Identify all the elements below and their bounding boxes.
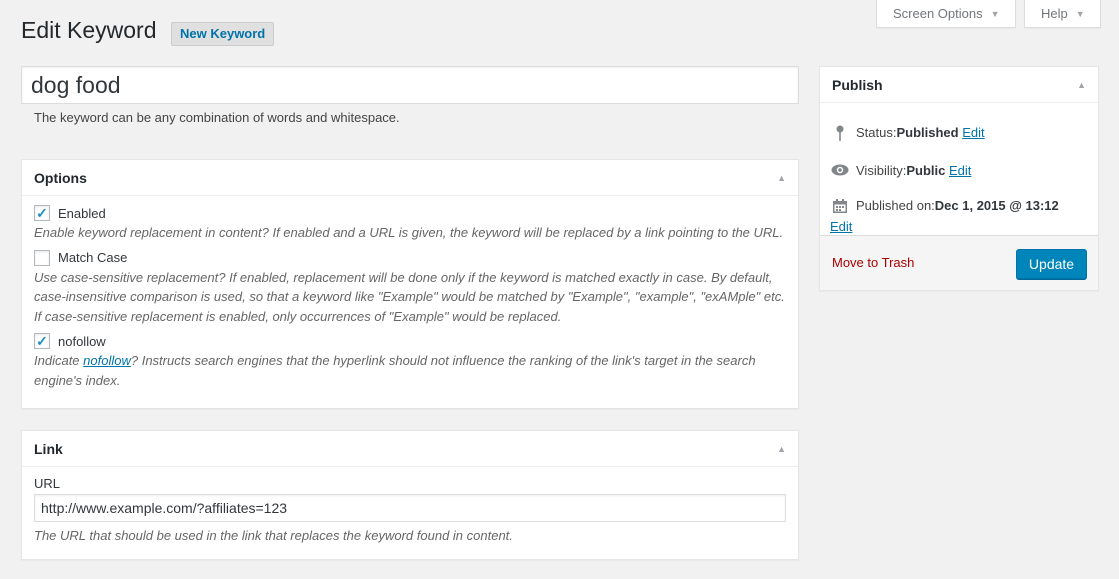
triangle-up-icon[interactable]: ▲ [777, 444, 786, 454]
url-label: URL [34, 476, 61, 491]
link-header[interactable]: Link ▲ [22, 431, 798, 467]
status-label: Status: [856, 125, 897, 140]
calendar-icon [830, 198, 850, 217]
triangle-up-icon[interactable]: ▲ [777, 173, 786, 183]
publish-title: Publish [832, 76, 883, 93]
enabled-label: Enabled [58, 205, 106, 221]
eye-icon [830, 163, 850, 179]
edit-status-link[interactable]: Edit [962, 125, 984, 140]
status-value: Published [896, 125, 959, 140]
screen-options-button[interactable]: Screen Options ▼ [876, 0, 1016, 28]
link-title: Link [34, 440, 63, 457]
caret-down-icon: ▼ [990, 8, 1000, 19]
triangle-up-icon[interactable]: ▲ [1077, 80, 1086, 90]
move-to-trash-link[interactable]: Move to Trash [832, 255, 914, 270]
enabled-description: Enable keyword replacement in content? I… [34, 225, 784, 240]
page-title: Edit Keyword [21, 17, 157, 43]
update-button[interactable]: Update [1016, 249, 1087, 279]
edit-date-link[interactable]: Edit [830, 219, 852, 234]
visibility-value: Public [906, 163, 946, 178]
nofollow-desc-after: ? Instructs search engines that the hype… [34, 353, 756, 388]
options-header[interactable]: Options ▲ [22, 160, 798, 196]
nofollow-label: nofollow [58, 333, 106, 349]
publishing-actions: Move to Trash Update [820, 235, 1098, 290]
match-case-label: Match Case [58, 250, 128, 265]
enabled-checkbox[interactable]: ✓ [34, 205, 50, 221]
nofollow-link[interactable]: nofollow [83, 353, 131, 368]
url-input[interactable] [34, 494, 786, 522]
url-description: The URL that should be used in the link … [34, 528, 513, 543]
visibility-row: Visibility: Public Edit [830, 163, 1086, 179]
nofollow-description: Indicate nofollow? Instructs search engi… [34, 351, 786, 390]
pin-icon [830, 125, 850, 144]
help-button[interactable]: Help ▼ [1024, 0, 1101, 28]
keyword-title-input[interactable] [21, 66, 799, 104]
status-row: Status: Published Edit [830, 125, 1086, 144]
publish-postbox: Publish ▲ Status: Published Edit Visibil… [819, 66, 1099, 291]
nofollow-checkbox[interactable]: ✓ [34, 333, 50, 349]
match-case-description: Use case-sensitive replacement? If enabl… [34, 269, 785, 324]
nofollow-desc-before: Indicate [34, 353, 84, 368]
match-case-option: Match Case [34, 248, 786, 268]
keyword-hint: The keyword can be any combination of wo… [34, 110, 400, 125]
new-keyword-button[interactable]: New Keyword [171, 22, 275, 46]
edit-visibility-link[interactable]: Edit [949, 163, 971, 178]
published-on-row: Published on: Dec 1, 2015 @ 13:12 [830, 198, 1086, 217]
enabled-option: ✓ Enabled [34, 203, 786, 223]
options-title: Options [34, 169, 87, 186]
screen-options-label: Screen Options [893, 6, 983, 21]
published-on-label: Published on: [856, 198, 935, 213]
nofollow-option: ✓ nofollow [34, 331, 786, 351]
publish-header[interactable]: Publish ▲ [820, 67, 1098, 103]
link-postbox: Link ▲ URL The URL that should be used i… [21, 430, 799, 560]
options-postbox: Options ▲ ✓ Enabled Enable keyword repla… [21, 159, 799, 409]
published-on-value: Dec 1, 2015 @ 13:12 [934, 198, 1059, 213]
caret-down-icon: ▼ [1075, 8, 1085, 19]
visibility-label: Visibility: [856, 163, 907, 178]
help-label: Help [1041, 6, 1068, 21]
match-case-checkbox[interactable] [34, 249, 50, 266]
